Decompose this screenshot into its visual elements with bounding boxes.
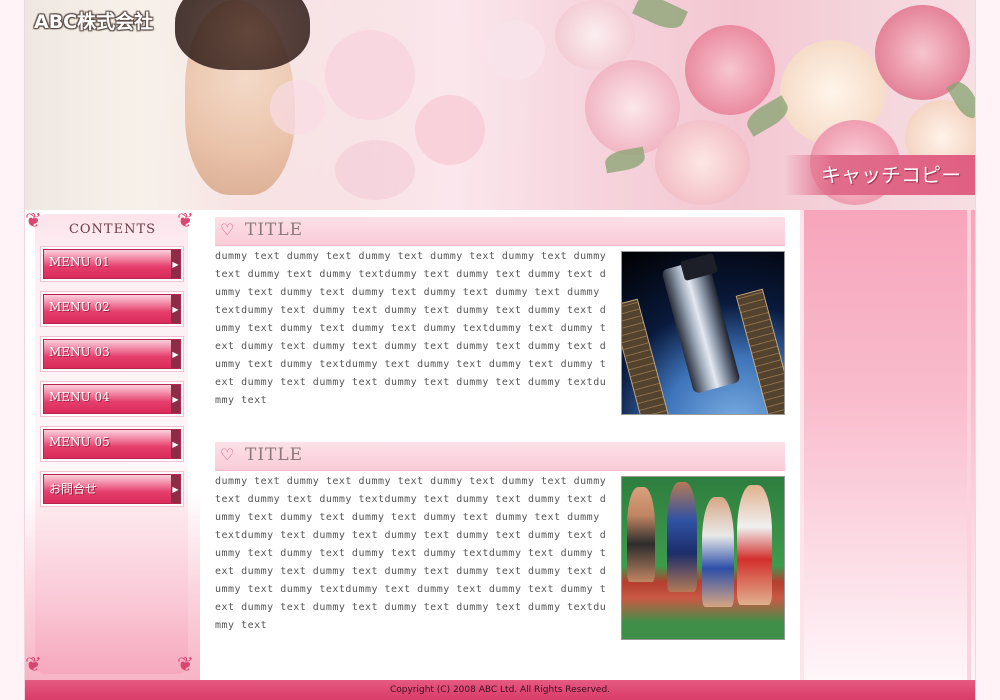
sidebar-item-menu-04[interactable]: MENU 04 ▶: [40, 381, 184, 417]
petal-decoration: [485, 20, 545, 80]
menu-button[interactable]: MENU 01 ▶: [43, 249, 181, 279]
arrow-right-icon: ▶: [171, 430, 180, 458]
telescope-body: [661, 257, 741, 395]
footer-copyright: Copyright (C) 2008 ABC Ltd. All Rights R…: [25, 680, 975, 700]
sidebar-item-menu-05[interactable]: MENU 05 ▶: [40, 426, 184, 462]
leaf: [632, 0, 688, 35]
runner: [737, 485, 772, 605]
leaf: [603, 146, 647, 174]
arrow-right-icon: ▶: [171, 475, 180, 503]
sidebar-item-menu-01[interactable]: MENU 01 ▶: [40, 246, 184, 282]
sidebar-item-menu-02[interactable]: MENU 02 ▶: [40, 291, 184, 327]
section-title: TITLE: [245, 220, 304, 240]
petal-decoration: [415, 95, 485, 165]
ribbon-heart-icon: ♡: [220, 445, 235, 464]
sidebar-item-contact[interactable]: お問合せ ▶: [40, 471, 184, 507]
rose: [555, 0, 635, 70]
main-content: ♡ TITLE dummy text dummy text dummy text…: [215, 217, 785, 672]
menu-label: MENU 04: [49, 390, 110, 404]
company-logo[interactable]: ABC株式会社: [34, 7, 153, 34]
floral-ornament-icon: ❦: [25, 652, 42, 676]
rose: [685, 25, 775, 115]
runner: [702, 497, 734, 607]
content-section: ♡ TITLE dummy text dummy text dummy text…: [215, 442, 785, 667]
menu-label: MENU 03: [49, 345, 110, 359]
petal-decoration: [325, 30, 415, 120]
petal-decoration: [270, 80, 325, 135]
sidebar-title: CONTENTS: [68, 222, 157, 237]
menu-button[interactable]: お問合せ ▶: [43, 474, 181, 504]
section-body-text: dummy text dummy text dummy text dummy t…: [215, 251, 607, 406]
bride-hair-image: [175, 0, 310, 70]
ribbon-heart-icon: ♡: [220, 220, 235, 239]
menu-label: MENU 05: [49, 435, 110, 449]
menu-label: MENU 02: [49, 300, 110, 314]
section-heading: ♡ TITLE: [215, 442, 785, 471]
arrow-right-icon: ▶: [171, 250, 180, 278]
page: ABC株式会社 キャッチコピー ❦ ❦ ❦ ❦ CONTENTS MENU 01…: [25, 0, 975, 700]
arrow-right-icon: ▶: [171, 295, 180, 323]
sidebar-item-menu-03[interactable]: MENU 03 ▶: [40, 336, 184, 372]
content-section: ♡ TITLE dummy text dummy text dummy text…: [215, 217, 785, 442]
right-sidebar: [800, 210, 975, 680]
header-banner: ABC株式会社 キャッチコピー: [25, 0, 975, 210]
floral-ornament-icon: ❦: [177, 652, 194, 676]
solar-panel: [622, 298, 672, 414]
menu-button[interactable]: MENU 05 ▶: [43, 429, 181, 459]
space-telescope-photo: [621, 251, 785, 415]
petal-decoration: [335, 140, 415, 200]
menu-label: MENU 01: [49, 255, 110, 269]
section-heading: ♡ TITLE: [215, 217, 785, 246]
arrow-right-icon: ▶: [171, 340, 180, 368]
section-title: TITLE: [245, 445, 304, 465]
runner: [627, 487, 655, 582]
menu-button[interactable]: MENU 02 ▶: [43, 294, 181, 324]
runners-photo: [621, 476, 785, 640]
menu-button[interactable]: MENU 04 ▶: [43, 384, 181, 414]
menu-label: お問合せ: [49, 482, 98, 496]
arrow-right-icon: ▶: [171, 385, 180, 413]
sidebar: ❦ ❦ ❦ ❦ CONTENTS MENU 01 ▶ MENU 02 ▶ MEN…: [25, 210, 200, 680]
solar-panel: [735, 288, 784, 414]
section-body-text: dummy text dummy text dummy text dummy t…: [215, 476, 607, 631]
rose: [655, 120, 750, 205]
menu-button[interactable]: MENU 03 ▶: [43, 339, 181, 369]
catch-copy: キャッチコピー: [785, 155, 975, 195]
runner: [667, 482, 697, 592]
sidebar-menu: MENU 01 ▶ MENU 02 ▶ MENU 03 ▶ MENU 04 ▶ …: [40, 246, 186, 516]
